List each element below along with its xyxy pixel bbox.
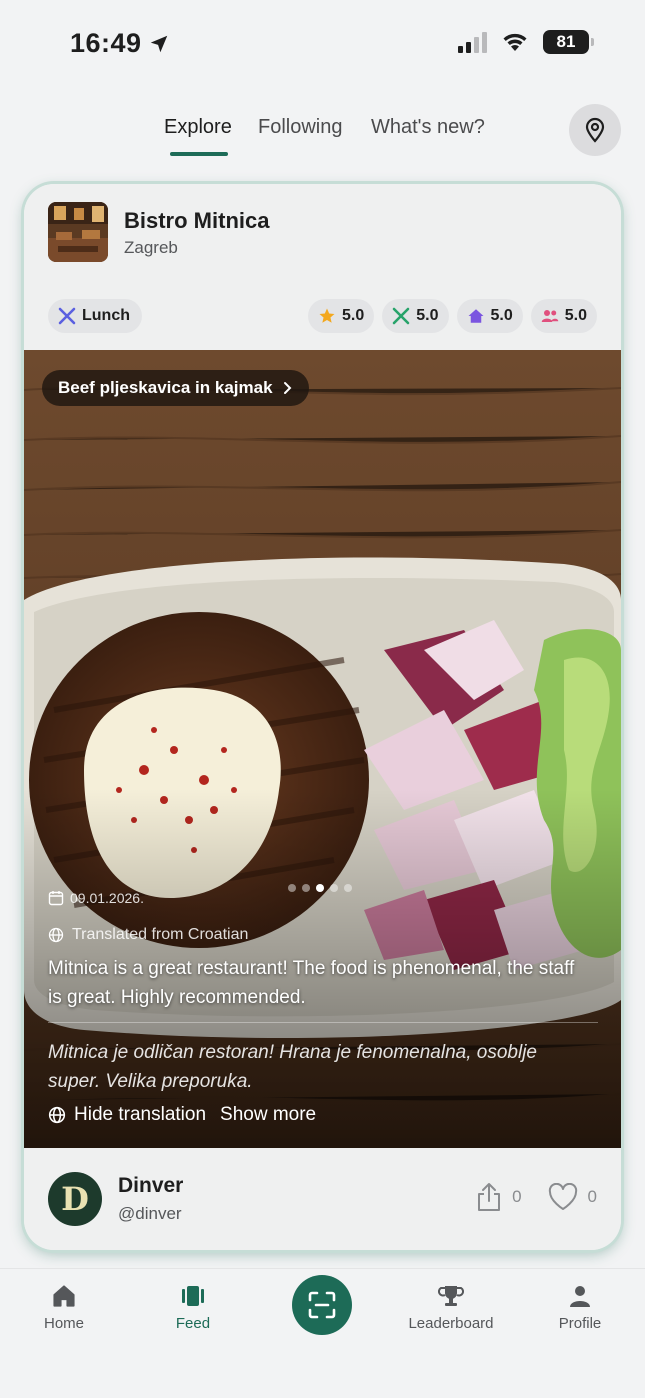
rating-food: 5.0 (308, 299, 375, 333)
author-name[interactable]: Dinver (118, 1174, 183, 1198)
cellular-signal-icon (458, 31, 487, 53)
star-icon (319, 308, 335, 323)
rating-food-value: 5.0 (342, 307, 365, 324)
feed-cards-icon (182, 1286, 204, 1306)
heart-icon (548, 1183, 577, 1210)
rating-service-value: 5.0 (416, 307, 439, 324)
meal-type-chip: Lunch (48, 299, 142, 333)
tab-whats-new[interactable]: What's new? (371, 116, 485, 139)
rating-service: 5.0 (382, 299, 449, 333)
post-photo[interactable]: Beef pljeskavica in kajmak 09.01.2026. T… (24, 350, 621, 1148)
feed-tabs: Explore Following What's new? (0, 112, 645, 162)
page-dot (344, 884, 352, 892)
location-arrow-icon (150, 35, 167, 52)
tab-following[interactable]: Following (258, 116, 342, 139)
dish-name-pill[interactable]: Beef pljeskavica in kajmak (42, 370, 309, 406)
rating-ambience: 5.0 (456, 299, 523, 333)
battery-indicator: 81 (543, 30, 594, 54)
status-time-group: 16:49 (70, 28, 170, 59)
map-button[interactable] (569, 104, 621, 156)
post-card[interactable]: Bistro Mitnica Zagreb Lunch 5.0 5.0 5.0 … (24, 184, 621, 1250)
translated-text: Translated from Croatian (72, 926, 249, 943)
avatar[interactable]: D (48, 1172, 102, 1226)
wifi-icon (503, 33, 527, 51)
nav-home[interactable]: Home (4, 1283, 124, 1332)
share-icon (478, 1183, 501, 1211)
translated-label: Translated from Croatian (48, 926, 248, 944)
status-time: 16:49 (70, 28, 142, 58)
utensils-icon (392, 307, 410, 325)
review-translated: Mitnica is a great restaurant! The food … (48, 958, 575, 1008)
utensils-icon (58, 307, 76, 325)
feed-screen: 16:49 81 Explore Following What's new? B… (0, 0, 645, 1398)
rating-ambience-value: 5.0 (490, 307, 513, 324)
page-dot (302, 884, 310, 892)
share-button[interactable]: 0 (476, 1182, 522, 1212)
nav-home-label: Home (43, 1315, 84, 1332)
scan-icon (308, 1291, 336, 1319)
post-date-value: 09.01.2026. (70, 890, 144, 906)
author-handle: @dinver (118, 1204, 182, 1223)
like-count: 0 (587, 1187, 597, 1206)
home-icon (53, 1285, 75, 1307)
review-actions: Hide translation Show more (48, 1104, 316, 1126)
hide-translation-button[interactable]: Hide translation (48, 1104, 206, 1126)
nav-leaderboard[interactable]: Leaderboard (391, 1283, 511, 1332)
page-dot-active (316, 884, 324, 892)
review-divider (48, 1022, 598, 1023)
hide-translation-label: Hide translation (74, 1104, 207, 1125)
ratings-row: 5.0 5.0 5.0 5.0 (308, 299, 597, 333)
nav-leaderboard-label: Leaderboard (408, 1315, 494, 1332)
restaurant-header[interactable]: Bistro Mitnica Zagreb Lunch 5.0 5.0 5.0 … (24, 184, 621, 350)
active-tab-indicator (170, 152, 228, 156)
bottom-navigation: Home Feed Leaderboard Profile (0, 1268, 645, 1398)
review-original: Mitnica je odličan restoran! Hrana je fe… (48, 1042, 537, 1092)
dish-photo-image (24, 350, 621, 1148)
globe-icon (48, 1106, 66, 1124)
tab-explore[interactable]: Explore (164, 116, 232, 139)
meal-type-label: Lunch (82, 307, 130, 324)
nav-profile-label: Profile (558, 1315, 602, 1332)
person-icon (570, 1286, 590, 1307)
restaurant-thumbnail[interactable] (48, 202, 108, 262)
house-icon (468, 309, 483, 323)
nav-feed[interactable]: Feed (133, 1283, 253, 1332)
nav-profile[interactable]: Profile (520, 1283, 640, 1332)
restaurant-interior-image (48, 202, 108, 262)
status-bar: 16:49 81 (0, 0, 645, 90)
restaurant-city: Zagreb (124, 238, 178, 257)
globe-icon (48, 927, 64, 943)
rating-company: 5.0 (530, 299, 597, 333)
page-dot (330, 884, 338, 892)
map-pin-icon (585, 117, 605, 143)
post-date: 09.01.2026. (48, 890, 144, 906)
status-icons: 81 (458, 30, 594, 54)
people-icon (541, 310, 558, 322)
chevron-right-icon (283, 382, 291, 394)
nav-feed-label: Feed (175, 1315, 211, 1332)
show-more-button[interactable]: Show more (220, 1104, 316, 1126)
photo-pagination-dots (288, 884, 352, 892)
restaurant-name[interactable]: Bistro Mitnica (124, 208, 269, 234)
page-dot (288, 884, 296, 892)
author-row[interactable]: D Dinver @dinver 0 0 (24, 1148, 621, 1250)
share-count: 0 (512, 1187, 522, 1206)
rating-company-value: 5.0 (564, 307, 587, 324)
trophy-icon (438, 1286, 464, 1306)
scan-button[interactable] (292, 1275, 352, 1335)
dish-name: Beef pljeskavica in kajmak (58, 378, 273, 397)
like-button[interactable]: 0 (548, 1183, 597, 1211)
calendar-icon (48, 891, 64, 906)
post-actions: 0 0 (476, 1182, 597, 1212)
